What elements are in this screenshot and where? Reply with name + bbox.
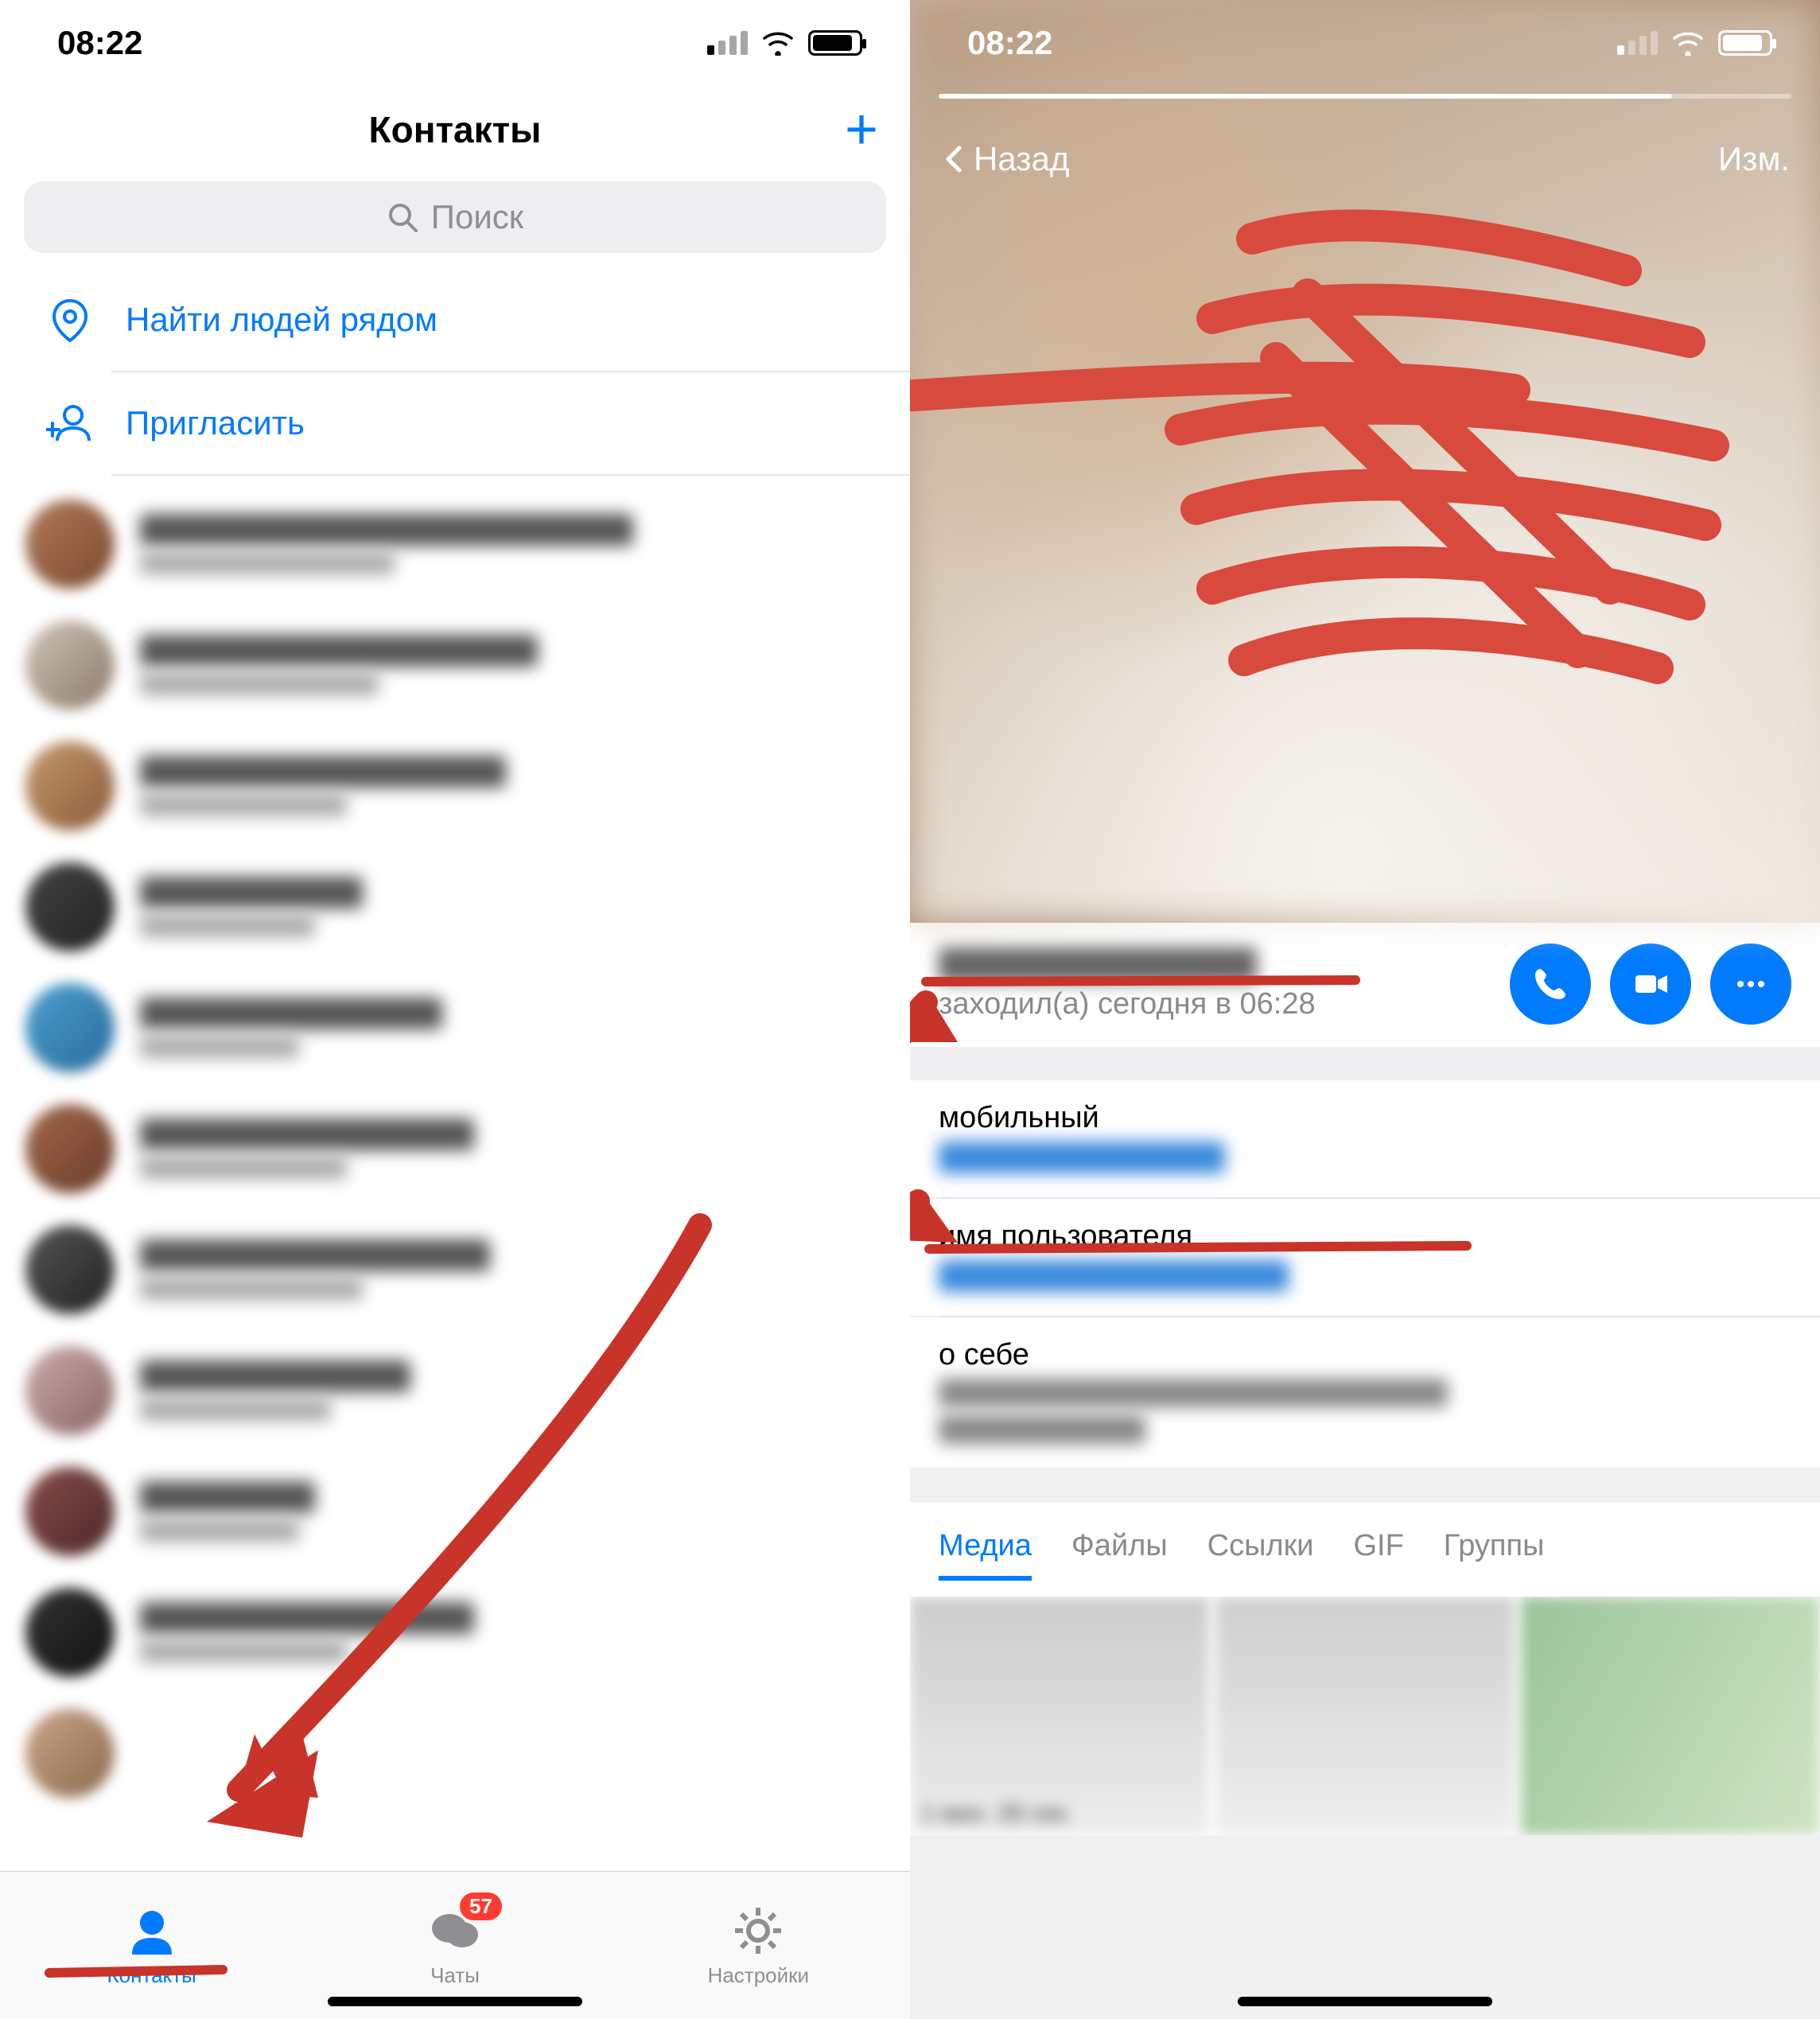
video-call-button[interactable]: [1610, 943, 1691, 1025]
contact-row[interactable]: [0, 1330, 910, 1451]
status-time: 08:22: [57, 24, 142, 62]
profile-name: [939, 947, 1257, 982]
signal-icon: [1617, 31, 1658, 55]
chevron-left-icon: [940, 145, 969, 173]
edit-button[interactable]: Изм.: [1718, 140, 1790, 178]
contacts-icon: [124, 1903, 180, 1959]
status-icons: [1617, 30, 1772, 56]
phone-icon: [1530, 964, 1570, 1004]
bio-field: о себе: [910, 1317, 1820, 1468]
contact-row[interactable]: [0, 1693, 910, 1814]
mobile-value: [939, 1142, 1225, 1173]
profile-header: заходил(а) сегодня в 06:28: [910, 923, 1820, 1047]
location-icon: [46, 296, 94, 344]
bio-value-2: [939, 1415, 1145, 1444]
more-button[interactable]: [1710, 943, 1791, 1025]
back-button[interactable]: Назад: [940, 140, 1069, 178]
mobile-label: мобильный: [939, 1101, 1791, 1135]
tab-files[interactable]: Файлы: [1071, 1529, 1168, 1581]
call-button[interactable]: [1510, 943, 1591, 1025]
home-indicator[interactable]: [1238, 1997, 1492, 2006]
media-thumb[interactable]: [1521, 1597, 1820, 1835]
find-nearby-label: Найти людей рядом: [126, 301, 438, 339]
contact-row[interactable]: [0, 967, 910, 1088]
nav-bar: Назад Изм.: [910, 119, 1820, 199]
chats-badge: 57: [460, 1893, 502, 1920]
status-icons: [707, 30, 862, 56]
username-label: имя пользователя: [939, 1220, 1791, 1254]
settings-icon: [730, 1903, 786, 1959]
profile-photo[interactable]: 08:22 Назад Изм.: [910, 0, 1820, 923]
media-thumb[interactable]: 1 мин. 26 сек.: [910, 1597, 1209, 1835]
media-tabs: Медиа Файлы Ссылки GIF Группы: [910, 1501, 1820, 1597]
page-title: Контакты: [369, 108, 542, 151]
bio-label: о себе: [939, 1338, 1791, 1372]
photo-progress[interactable]: [939, 94, 1791, 99]
header: Контакты +: [0, 86, 910, 173]
status-time: 08:22: [967, 24, 1052, 62]
wifi-icon: [760, 30, 795, 56]
invite-icon: [46, 399, 94, 447]
back-label: Назад: [974, 140, 1069, 178]
contact-row[interactable]: [0, 484, 910, 605]
search-placeholder: Поиск: [431, 198, 523, 236]
tab-links[interactable]: Ссылки: [1208, 1529, 1314, 1581]
find-nearby-row[interactable]: Найти людей рядом: [0, 269, 910, 371]
tab-settings-label: Настройки: [708, 1963, 810, 1988]
tab-contacts-label: Контакты: [107, 1963, 196, 1988]
contact-row[interactable]: [0, 605, 910, 726]
mobile-field[interactable]: мобильный: [910, 1080, 1820, 1197]
status-bar: 08:22: [910, 0, 1820, 86]
video-icon: [1631, 964, 1670, 1004]
contact-row[interactable]: [0, 846, 910, 967]
media-duration: 1 мин. 26 сек.: [921, 1800, 1073, 1827]
tab-groups[interactable]: Группы: [1444, 1529, 1545, 1581]
search-input[interactable]: Поиск: [24, 181, 886, 253]
bio-value: [939, 1379, 1448, 1407]
contacts-list[interactable]: [0, 476, 910, 1814]
search-icon: [387, 201, 418, 233]
battery-icon: [1718, 30, 1772, 56]
contact-row[interactable]: [0, 1572, 910, 1693]
last-seen: заходил(а) сегодня в 06:28: [939, 987, 1316, 1021]
tab-media[interactable]: Медиа: [939, 1529, 1032, 1581]
add-contact-button[interactable]: +: [845, 101, 878, 158]
tab-settings[interactable]: Настройки: [607, 1872, 910, 2019]
home-indicator[interactable]: [328, 1997, 582, 2006]
username-field[interactable]: имя пользователя: [910, 1199, 1820, 1316]
status-bar: 08:22: [0, 0, 910, 86]
signal-icon: [707, 31, 748, 55]
invite-label: Пригласить: [126, 404, 305, 442]
tab-contacts[interactable]: Контакты: [0, 1872, 303, 2019]
tab-gif[interactable]: GIF: [1353, 1529, 1403, 1581]
contact-row[interactable]: [0, 726, 910, 846]
wifi-icon: [1670, 30, 1705, 56]
contacts-screen: 08:22 Контакты + Поиск Найти людей рядом…: [0, 0, 910, 2019]
profile-screen: 08:22 Назад Изм.: [910, 0, 1820, 2019]
tab-chats-label: Чаты: [430, 1963, 480, 1988]
media-thumb[interactable]: [1215, 1597, 1515, 1835]
username-value: [939, 1260, 1289, 1292]
profile-actions: [1510, 943, 1791, 1025]
contact-row[interactable]: [0, 1209, 910, 1330]
contact-row[interactable]: [0, 1451, 910, 1572]
more-icon: [1731, 964, 1771, 1004]
battery-icon: [808, 30, 862, 56]
invite-row[interactable]: Пригласить: [0, 372, 910, 474]
contact-row[interactable]: [0, 1088, 910, 1209]
media-grid[interactable]: 1 мин. 26 сек.: [910, 1597, 1820, 1835]
